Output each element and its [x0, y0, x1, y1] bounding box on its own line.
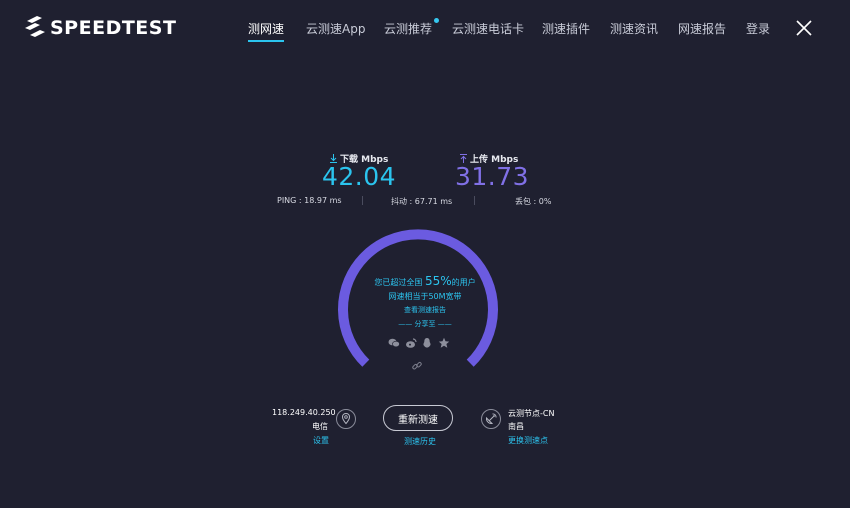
- test-node-city: 南昌: [508, 422, 524, 431]
- ip-address: 118.249.40.250: [272, 408, 336, 417]
- logo[interactable]: SPEEDTEST: [24, 15, 176, 41]
- wechat-icon[interactable]: [388, 337, 400, 349]
- packet-loss-stat: 丢包 : 0%: [515, 197, 552, 206]
- percentile-suffix: 的用户: [451, 278, 476, 287]
- weibo-icon[interactable]: [405, 337, 417, 349]
- percentile-text: 您已超过全国 55%的用户: [0, 274, 850, 288]
- qq-icon[interactable]: [421, 337, 433, 349]
- retest-button[interactable]: 重新测速: [383, 405, 453, 431]
- nav-news[interactable]: 测速资讯: [610, 20, 658, 37]
- nav-login[interactable]: 登录: [746, 20, 770, 37]
- divider: [474, 196, 475, 205]
- percentile-prefix: 您已超过全国: [374, 278, 423, 287]
- upload-value: 31.73: [455, 162, 530, 191]
- share-icons: [388, 337, 450, 351]
- test-node-name: 云测节点-CN: [508, 409, 555, 418]
- download-value: 42.04: [322, 162, 397, 191]
- divider: [362, 196, 363, 205]
- settings-link[interactable]: 设置: [313, 435, 329, 446]
- view-report-link[interactable]: 查看测速报告: [0, 305, 850, 315]
- history-link[interactable]: 测速历史: [404, 436, 436, 447]
- bandwidth-text: 网速相当于50M宽带: [388, 292, 462, 301]
- nav-test-speed[interactable]: 测网速: [248, 20, 285, 42]
- nav-plugin[interactable]: 测速插件: [542, 20, 590, 37]
- link-icon[interactable]: [411, 360, 423, 372]
- nav-report[interactable]: 网速报告: [678, 20, 726, 37]
- nav-recommend-label: 云测推荐: [384, 22, 433, 36]
- star-icon[interactable]: [438, 337, 450, 349]
- location-pin-icon: [336, 409, 356, 429]
- nav-recommend[interactable]: 云测推荐: [384, 18, 440, 37]
- jitter-stat: 抖动 : 67.71 ms: [391, 197, 453, 206]
- isp-name: 电信: [312, 422, 328, 431]
- header: SPEEDTEST 测网速 云测速App 云测推荐 云测速电话卡 测速插件 测速…: [0, 0, 850, 58]
- nav-cloud-app[interactable]: 云测速App: [306, 20, 365, 37]
- notification-dot: [434, 18, 440, 23]
- ping-stat: PING : 18.97 ms: [277, 196, 342, 205]
- close-icon[interactable]: [795, 19, 813, 37]
- percentile-value: 55%: [424, 274, 452, 288]
- share-label: —— 分享至 ——: [398, 320, 452, 328]
- nav-sim-card[interactable]: 云测速电话卡: [452, 20, 524, 37]
- logo-text: SPEEDTEST: [50, 17, 177, 39]
- logo-s-icon: [25, 16, 45, 37]
- change-node-link[interactable]: 更换测速点: [508, 435, 548, 446]
- satellite-icon: [481, 409, 501, 429]
